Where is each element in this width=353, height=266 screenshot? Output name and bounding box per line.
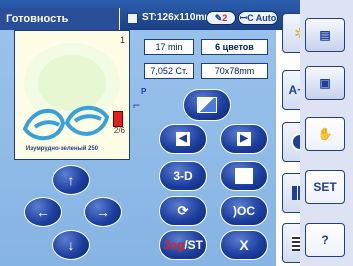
close-label: X bbox=[239, 237, 249, 253]
rail-help-button[interactable]: ? bbox=[305, 223, 345, 257]
rail-set-button[interactable]: SET bbox=[305, 170, 345, 204]
thread-spool-icon bbox=[113, 111, 123, 127]
st-icon bbox=[127, 13, 138, 24]
rotate-tool-button[interactable] bbox=[220, 161, 268, 191]
color-change-indicator: ✎2 bbox=[206, 11, 236, 25]
rotate-arrows-icon: ⟳ bbox=[177, 203, 189, 218]
p-label-icon: P bbox=[141, 87, 147, 96]
rail-embroidery-button[interactable]: ▣ bbox=[305, 66, 345, 100]
arrow-left-box-icon: ◀ bbox=[176, 132, 190, 146]
arrow-down-button[interactable]: ↓ bbox=[52, 230, 90, 260]
move-right-button[interactable]: ▶ bbox=[220, 124, 268, 154]
3d-label: 3-D bbox=[173, 169, 193, 183]
mirror-button[interactable]: )OC bbox=[220, 196, 268, 226]
auto-label: Auto bbox=[255, 13, 277, 23]
design-graphic bbox=[22, 43, 120, 140]
auto-mode-toggle[interactable]: ꟷC Auto bbox=[238, 11, 278, 25]
jog-st-button[interactable]: Jog / ST bbox=[159, 230, 207, 260]
arrow-right-box-icon: ▶ bbox=[237, 132, 251, 146]
embroidery-preview: 1 2/6 bbox=[14, 30, 130, 160]
color-count: 2 bbox=[222, 13, 228, 23]
rotate-icon bbox=[235, 168, 253, 184]
color-swap-icon bbox=[197, 97, 217, 113]
mirror-icon: )OC bbox=[233, 204, 255, 218]
help-label: ? bbox=[321, 233, 329, 247]
status-title: Готовность bbox=[0, 8, 120, 30]
stitch-count-readout: 7,052 Ст. bbox=[144, 63, 194, 79]
arrow-right-button[interactable]: → bbox=[84, 197, 122, 227]
st-label: ST bbox=[187, 238, 204, 252]
3d-view-button[interactable]: 3-D bbox=[159, 161, 207, 191]
presser-foot-side-icon: ⌐ bbox=[133, 98, 141, 112]
arrow-up-icon: ↑ bbox=[67, 172, 75, 188]
presser-foot-icon: ꟷC bbox=[239, 13, 254, 23]
size-label: ST:126x110mm bbox=[142, 12, 214, 23]
set-label: SET bbox=[313, 180, 337, 194]
rail-edit-button[interactable]: ✋ bbox=[305, 117, 345, 151]
arrow-down-icon: ↓ bbox=[67, 237, 75, 253]
arrow-left-icon: ← bbox=[36, 204, 50, 220]
rail-sewing-button[interactable]: ▤ bbox=[305, 18, 345, 52]
jog-label: Jog bbox=[162, 238, 185, 252]
close-button[interactable]: X bbox=[220, 230, 268, 260]
time-readout: 17 min bbox=[144, 39, 194, 55]
colors-readout: 6 цветов bbox=[201, 39, 268, 55]
rotate-button[interactable]: ⟳ bbox=[159, 196, 207, 226]
embroidery-machine-icon: ▣ bbox=[319, 76, 331, 90]
sewing-icon: ▤ bbox=[319, 28, 331, 42]
thread-color-name: Изумрудно-зеленый 250 bbox=[25, 146, 99, 152]
arrow-left-button[interactable]: ← bbox=[24, 197, 62, 227]
hand-icon: ✋ bbox=[317, 127, 333, 141]
dimensions-readout: 70x78mm bbox=[201, 63, 268, 79]
arrow-up-button[interactable]: ↑ bbox=[52, 165, 90, 195]
color-sequence: 2/6 bbox=[113, 126, 125, 135]
arrow-right-icon: → bbox=[96, 204, 110, 220]
color-change-button[interactable] bbox=[183, 89, 231, 121]
move-left-button[interactable]: ◀ bbox=[159, 124, 207, 154]
